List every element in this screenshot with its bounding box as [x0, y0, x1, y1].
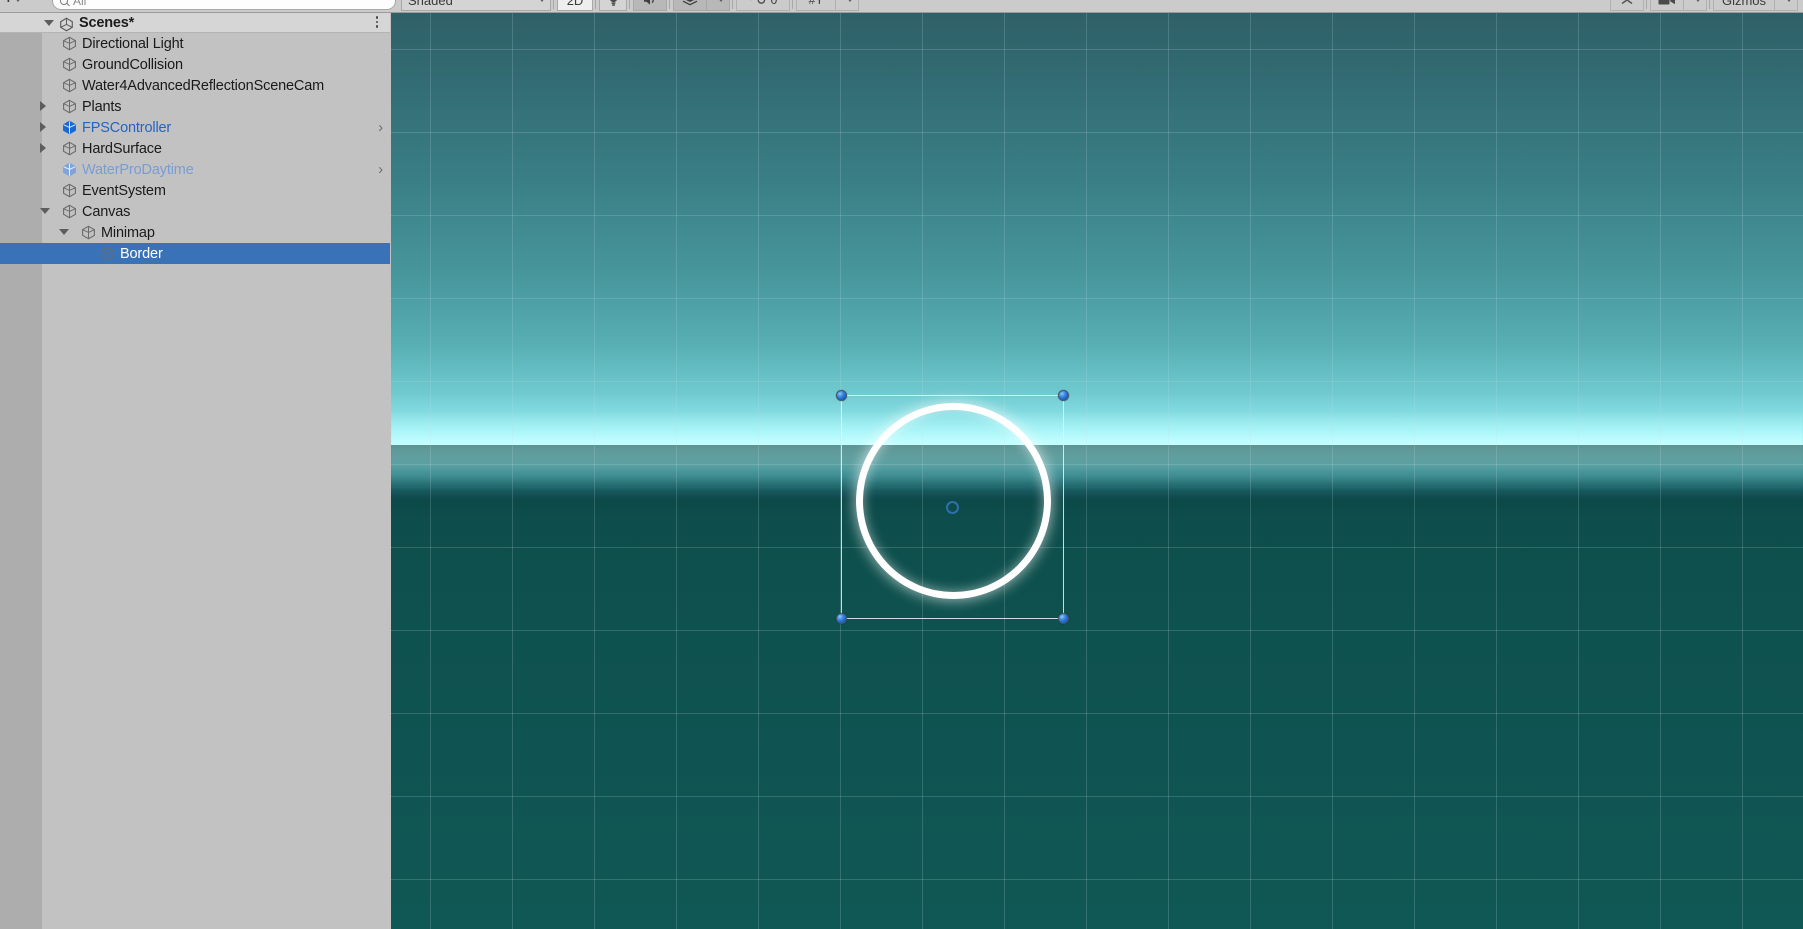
hierarchy-row-plants[interactable]: Plants	[0, 96, 390, 117]
resize-handle-top-right[interactable]	[1058, 390, 1069, 401]
resize-handle-bottom-right[interactable]	[1058, 613, 1069, 624]
scene-header-row[interactable]: Scenes*	[0, 13, 390, 33]
chevron-down-icon[interactable]	[14, 0, 21, 2]
gameobject-cube-icon	[62, 141, 77, 160]
lightbulb-glyph	[609, 0, 617, 6]
scene-fx-glyph	[1621, 0, 1633, 5]
toggle-2d-button[interactable]: 2D	[557, 0, 593, 11]
gameobject-cube-icon	[62, 57, 77, 76]
divider	[792, 0, 793, 9]
divider	[1646, 0, 1647, 9]
kebab-menu-icon[interactable]	[375, 16, 378, 28]
hierarchy-item-label: Border	[120, 245, 163, 262]
hierarchy-item-label: FPSController	[82, 119, 172, 136]
divider	[669, 0, 670, 9]
hierarchy-list: Directional Light GroundCollision Water4Ad…	[0, 33, 390, 264]
hierarchy-row-canvas[interactable]: Canvas	[0, 201, 390, 222]
search-icon	[60, 0, 68, 5]
hierarchy-row-hardsurface[interactable]: HardSurface	[0, 138, 390, 159]
hierarchy-row-border[interactable]: Border	[0, 243, 390, 264]
divider	[1709, 0, 1710, 9]
divider	[553, 0, 554, 9]
effects-glyph	[682, 0, 698, 6]
hierarchy-item-label: Plants	[82, 98, 122, 115]
top-toolbar: + All Shaded 2D	[0, 0, 1803, 13]
expand-twisty[interactable]	[59, 229, 69, 235]
camera-dropdown-icon[interactable]	[1683, 0, 1707, 11]
scene-fx-icon[interactable]	[1610, 0, 1644, 11]
hierarchy-row-directional-light[interactable]: Directional Light	[0, 33, 390, 54]
gameobject-cube-icon	[62, 99, 77, 118]
expand-twisty[interactable]	[40, 208, 50, 214]
shading-mode-dropdown[interactable]: Shaded	[401, 0, 551, 11]
resize-handle-top-left[interactable]	[836, 390, 847, 401]
scene-camera-icon[interactable]	[1650, 0, 1684, 11]
expand-twisty[interactable]	[40, 143, 46, 153]
divider	[732, 0, 733, 9]
pivot-circle-icon[interactable]	[946, 500, 959, 514]
hierarchy-row-water4advancedreflectionscenecam[interactable]: Water4AdvancedReflectionSceneCam	[0, 75, 390, 96]
divider	[629, 0, 630, 9]
divider	[595, 0, 596, 9]
expand-twisty[interactable]	[40, 101, 46, 111]
camera-glyph	[1658, 0, 1675, 4]
eye-slash-icon	[750, 0, 765, 4]
unity-editor-window: + All Shaded 2D	[0, 0, 1803, 929]
hierarchy-item-label: WaterProDaytime	[82, 161, 194, 178]
hierarchy-row-groundcollision[interactable]: GroundCollision	[0, 54, 390, 75]
hierarchy-item-label: Directional Light	[82, 35, 184, 52]
hierarchy-item-label: HardSurface	[82, 140, 162, 157]
scene-expand-twisty[interactable]	[44, 20, 54, 26]
speaker-glyph	[643, 0, 654, 5]
gameobject-cube-icon	[62, 78, 77, 97]
hierarchy-toolbar: +	[4, 0, 21, 7]
speaker-icon[interactable]	[633, 0, 667, 11]
hierarchy-item-label: GroundCollision	[82, 56, 183, 73]
unity-logo-glyph	[60, 17, 73, 32]
hierarchy-row-fpscontroller[interactable]: FPSController ›	[0, 117, 390, 138]
hierarchy-row-waterprodaytime[interactable]: WaterProDaytime ›	[0, 159, 390, 180]
search-placeholder: All	[73, 0, 87, 8]
hierarchy-row-minimap[interactable]: Minimap	[0, 222, 390, 243]
hierarchy-item-label: Canvas	[82, 203, 131, 220]
scene-view[interactable]	[391, 13, 1803, 929]
gameobject-cube-icon	[62, 204, 77, 223]
effects-layers-icon[interactable]	[673, 0, 707, 11]
hierarchy-item-label: Water4AdvancedReflectionSceneCam	[82, 77, 325, 94]
sky-gradient	[391, 13, 1803, 929]
selection-rect	[836, 390, 1069, 624]
create-button[interactable]: +	[4, 0, 13, 7]
hierarchy-item-label: EventSystem	[82, 182, 166, 199]
hidden-objects-toggle[interactable]: 0	[736, 0, 790, 11]
chevron-right-icon[interactable]: ›	[378, 120, 383, 135]
effects-dropdown-icon[interactable]	[706, 0, 730, 11]
hidden-objects-count: 0	[770, 0, 778, 7]
prefab-cube-icon	[62, 162, 77, 181]
scene-view-toolbar: Shaded 2D 0 #Y	[401, 0, 859, 12]
expand-twisty[interactable]	[40, 122, 46, 132]
scene-name-label: Scenes*	[79, 15, 135, 31]
gizmos-button[interactable]: Gizmos	[1713, 0, 1775, 11]
search-input[interactable]: All	[52, 0, 396, 10]
gameobject-cube-icon	[62, 183, 77, 202]
hierarchy-row-eventsystem[interactable]: EventSystem	[0, 180, 390, 201]
hierarchy-item-label: Minimap	[101, 224, 155, 241]
gizmos-dropdown-icon[interactable]	[1774, 0, 1798, 11]
scene-view-toolbar-right: Gizmos	[1610, 0, 1798, 12]
hierarchy-panel: Scenes* Directional Light GroundCollision…	[0, 13, 390, 929]
chevron-right-icon[interactable]: ›	[378, 162, 383, 177]
grid-axis-button[interactable]: #Y	[796, 0, 836, 11]
gameobject-cube-icon	[81, 225, 96, 244]
grid-dropdown-icon[interactable]	[835, 0, 859, 11]
gameobject-cube-icon	[100, 246, 115, 265]
prefab-cube-icon	[62, 120, 77, 139]
lightbulb-icon[interactable]	[599, 0, 627, 11]
gameobject-cube-icon	[62, 36, 77, 55]
resize-handle-bottom-left[interactable]	[836, 613, 847, 624]
